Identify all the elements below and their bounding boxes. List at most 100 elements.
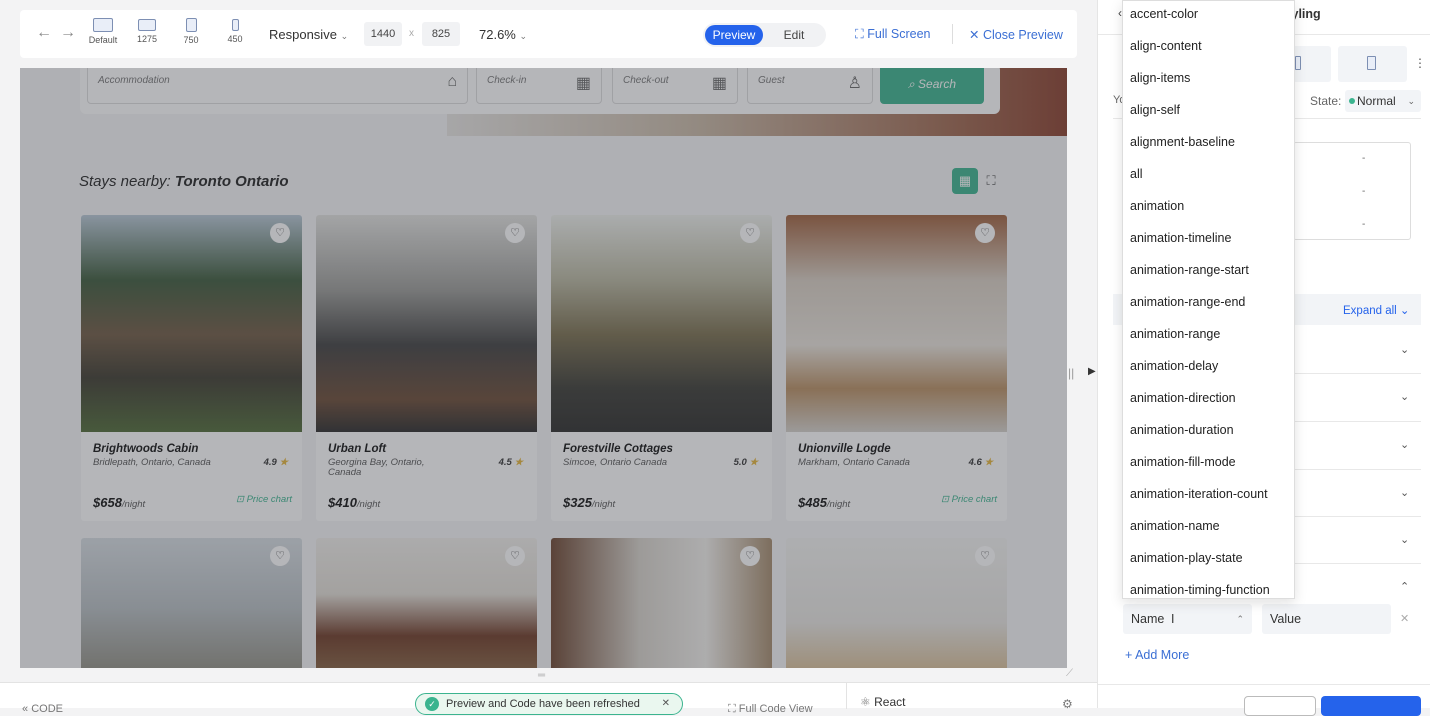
close-preview-button[interactable]: ✕ Close Preview bbox=[969, 27, 1063, 42]
zoom-select[interactable]: 72.6% ⌄ bbox=[479, 27, 527, 42]
state-select[interactable]: Normal ⌄ bbox=[1345, 90, 1421, 112]
expand-all-button[interactable]: Expand all ⌄ bbox=[1343, 303, 1410, 317]
caret-right-icon[interactable]: ▶ bbox=[1088, 366, 1096, 377]
dropdown-item[interactable]: animation-timeline bbox=[1130, 231, 1231, 245]
forward-arrow-icon[interactable]: → bbox=[60, 24, 76, 42]
full-code-view-button[interactable]: ⛶ Full Code View bbox=[728, 703, 813, 716]
dropdown-item[interactable]: animation-range-start bbox=[1130, 263, 1249, 277]
dropdown-item[interactable]: accent-color bbox=[1130, 7, 1198, 21]
divider bbox=[1098, 684, 1430, 685]
responsive-select[interactable]: Responsive ⌄ bbox=[269, 27, 348, 42]
section-chevron-icon[interactable]: ⌄ bbox=[1400, 343, 1409, 356]
drag-handle-icon[interactable]: ═ bbox=[538, 670, 545, 681]
react-framework-select[interactable]: ⚛ React bbox=[860, 695, 905, 709]
device-750-button[interactable]: 750 bbox=[171, 18, 211, 45]
breakpoint-phone-tab[interactable] bbox=[1338, 46, 1407, 82]
more-options-icon[interactable]: ⋮ bbox=[1414, 56, 1426, 70]
search-button[interactable]: ⌕ Search bbox=[880, 68, 984, 104]
dropdown-item[interactable]: animation-name bbox=[1130, 519, 1220, 533]
property-name-input[interactable]: Name I ⌃ bbox=[1123, 604, 1252, 634]
preview-canvas: Accommodation ⌂ Check-in ▦ Check-out ▦ Gues… bbox=[20, 68, 1067, 668]
dropdown-item[interactable]: align-content bbox=[1130, 39, 1202, 53]
expand-icon: ⛶ bbox=[728, 703, 736, 715]
section-chevron-icon[interactable]: ⌄ bbox=[1400, 533, 1409, 546]
heart-icon[interactable]: ♡ bbox=[740, 223, 760, 243]
height-input[interactable]: 825 bbox=[422, 22, 460, 46]
listing-card[interactable]: ♡ Urban Loft Georgina Bay, Ontario, Cana… bbox=[316, 215, 537, 521]
section-collapse-icon[interactable]: ⌃ bbox=[1400, 580, 1409, 593]
cancel-button[interactable] bbox=[1244, 696, 1316, 716]
preview-button[interactable]: Preview bbox=[705, 25, 763, 45]
listing-card[interactable]: ♡ Unionville Logde Markham, Ontario Cana… bbox=[786, 215, 1007, 521]
status-dot bbox=[1349, 98, 1355, 104]
dropdown-item[interactable]: animation-range-end bbox=[1130, 295, 1245, 309]
margin-top-value[interactable]: - bbox=[1362, 153, 1365, 164]
heart-icon[interactable]: ♡ bbox=[505, 546, 525, 566]
section-chevron-icon[interactable]: ⌄ bbox=[1400, 438, 1409, 451]
listing-location: Markham, Ontario Canada bbox=[798, 457, 910, 468]
device-1275-button[interactable]: 1275 bbox=[127, 18, 167, 44]
settings-icon[interactable]: ⚙ bbox=[1062, 697, 1073, 711]
grid-view-button[interactable]: ▦ bbox=[952, 168, 978, 194]
check-icon: ✓ bbox=[425, 697, 439, 711]
dropdown-item[interactable]: animation bbox=[1130, 199, 1184, 213]
device-default-button[interactable]: Default bbox=[83, 18, 123, 45]
code-tab[interactable]: « CODE bbox=[22, 703, 63, 715]
listing-name: Brightwoods Cabin bbox=[93, 443, 199, 455]
listing-card[interactable]: ♡ Forestville Cottages Simcoe, Ontario C… bbox=[551, 215, 772, 521]
dropdown-item[interactable]: animation-direction bbox=[1130, 391, 1236, 405]
heart-icon[interactable]: ♡ bbox=[975, 223, 995, 243]
listing-card[interactable]: ♡ Brightwoods Cabin Bridlepath, Ontario,… bbox=[81, 215, 302, 521]
box-model-editor[interactable]: - - - bbox=[1293, 142, 1411, 240]
width-input[interactable]: 1440 bbox=[364, 22, 402, 46]
listing-location: Georgina Bay, Ontario, Canada bbox=[328, 457, 425, 478]
heart-icon[interactable]: ♡ bbox=[505, 223, 525, 243]
property-value-input[interactable]: Value bbox=[1262, 604, 1391, 634]
edit-button[interactable]: Edit bbox=[765, 25, 823, 45]
price-chart-link[interactable]: ⊡ Price chart bbox=[941, 494, 997, 505]
close-icon[interactable]: ✕ bbox=[662, 694, 670, 714]
remove-icon[interactable]: ✕ bbox=[1400, 612, 1409, 625]
guest-field[interactable]: Guest ♙ bbox=[747, 68, 873, 104]
heart-icon[interactable]: ♡ bbox=[975, 546, 995, 566]
dropdown-item[interactable]: animation-delay bbox=[1130, 359, 1218, 373]
device-450-button[interactable]: 450 bbox=[215, 18, 255, 44]
listing-card[interactable]: ♡ bbox=[786, 538, 1007, 668]
heart-icon[interactable]: ♡ bbox=[740, 546, 760, 566]
chevron-down-icon: ⌄ bbox=[1407, 96, 1415, 106]
dropdown-item[interactable]: animation-range bbox=[1130, 327, 1220, 341]
resize-handle-icon[interactable]: || bbox=[1068, 366, 1074, 380]
dropdown-item[interactable]: alignment-baseline bbox=[1130, 135, 1235, 149]
section-chevron-icon[interactable]: ⌄ bbox=[1400, 486, 1409, 499]
refresh-toast: ✓ Preview and Code have been refreshed ✕ bbox=[415, 693, 683, 715]
listing-card[interactable]: ♡ bbox=[81, 538, 302, 668]
checkin-field[interactable]: Check-in ▦ bbox=[476, 68, 602, 104]
resize-corner-icon[interactable]: ⟋ bbox=[1066, 668, 1073, 679]
accommodation-field[interactable]: Accommodation ⌂ bbox=[87, 68, 468, 104]
price-chart-link[interactable]: ⊡ Price chart bbox=[236, 494, 292, 505]
checkout-field[interactable]: Check-out ▦ bbox=[612, 68, 738, 104]
save-button[interactable] bbox=[1321, 696, 1421, 716]
dropdown-item[interactable]: all bbox=[1130, 167, 1143, 181]
dropdown-item[interactable]: align-items bbox=[1130, 71, 1190, 85]
padding-value[interactable]: - bbox=[1362, 186, 1365, 197]
full-screen-button[interactable]: ⛶ Full Screen bbox=[855, 27, 930, 42]
margin-bottom-value[interactable]: - bbox=[1362, 219, 1365, 230]
heart-icon[interactable]: ♡ bbox=[270, 223, 290, 243]
dropdown-item[interactable]: animation-timing-function bbox=[1130, 583, 1270, 597]
stays-heading: Stays nearby: Toronto Ontario bbox=[79, 173, 289, 190]
dropdown-item[interactable]: animation-duration bbox=[1130, 423, 1234, 437]
section-chevron-icon[interactable]: ⌄ bbox=[1400, 390, 1409, 403]
breakpoint-tablet-tab[interactable] bbox=[1293, 46, 1331, 82]
add-more-button[interactable]: + Add More bbox=[1125, 648, 1189, 662]
map-view-button[interactable]: ⛶ bbox=[978, 168, 1004, 194]
dropdown-item[interactable]: animation-fill-mode bbox=[1130, 455, 1236, 469]
listing-card[interactable]: ♡ bbox=[551, 538, 772, 668]
listing-card[interactable]: ♡ bbox=[316, 538, 537, 668]
back-arrow-icon[interactable]: ← bbox=[36, 24, 52, 42]
css-property-dropdown: accent-color align-content align-items a… bbox=[1122, 0, 1295, 599]
dropdown-item[interactable]: align-self bbox=[1130, 103, 1180, 117]
dropdown-item[interactable]: animation-play-state bbox=[1130, 551, 1243, 565]
dropdown-item[interactable]: animation-iteration-count bbox=[1130, 487, 1268, 501]
heart-icon[interactable]: ♡ bbox=[270, 546, 290, 566]
